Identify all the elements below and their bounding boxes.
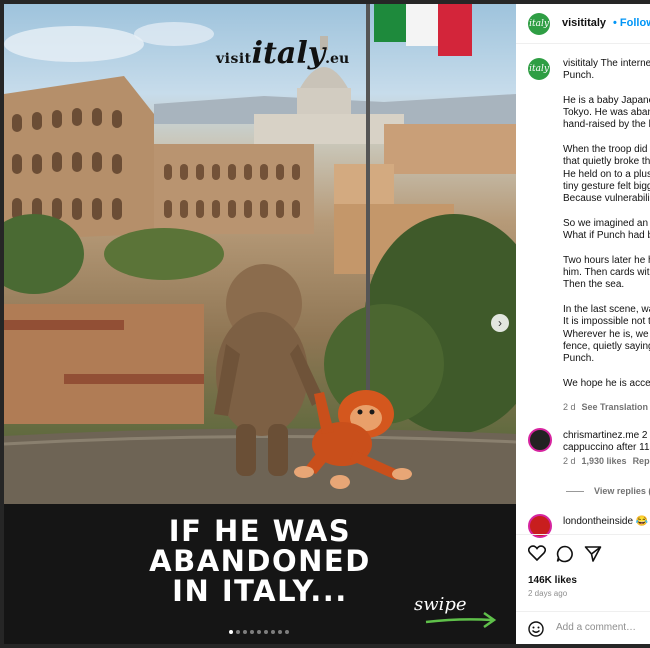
separator: • (613, 17, 617, 29)
post-image[interactable]: visititaly.eu IF HE WAS ABANDONED IN ITA… (4, 4, 516, 644)
carousel-dot (285, 630, 289, 634)
post-actions: 146K likes 2 days ago Add a comment… (516, 534, 650, 644)
follow-button[interactable]: • Follow (613, 17, 650, 29)
swipe-arrow-icon (425, 611, 497, 629)
post-date: 2 days ago (528, 589, 568, 598)
visititaly-logo: visititaly.eu (216, 36, 350, 71)
carousel-dot (278, 630, 282, 634)
reply-link[interactable]: Rep (633, 456, 650, 466)
caption-text: visititaly The interne Punch. He is a ba… (563, 58, 650, 389)
comment-meta: 2 d 1,930 likes Rep (563, 456, 650, 466)
post-header: italy visititaly • Follow (516, 4, 650, 44)
carousel-dot (229, 630, 233, 634)
heart-icon[interactable] (528, 545, 546, 561)
carousel-dot (236, 630, 240, 634)
headline-text: IF HE WAS ABANDONED IN ITALY... (4, 516, 516, 606)
emoji-icon[interactable] (528, 621, 544, 637)
carousel-dot (264, 630, 268, 634)
likes-count[interactable]: 146K likes (528, 575, 577, 586)
headline-line-2: ABANDONED (149, 544, 371, 578)
carousel-dot (243, 630, 247, 634)
headline-line-1: IF HE WAS (168, 514, 352, 548)
post-side-panel: italy visititaly • Follow italy visitita… (516, 4, 650, 644)
caption-avatar[interactable]: italy (528, 58, 550, 80)
carousel-indicator (229, 630, 289, 634)
add-comment-bar: Add a comment… (516, 611, 650, 644)
instagram-post-page: visititaly.eu IF HE WAS ABANDONED IN ITA… (0, 0, 650, 648)
carousel-dot (257, 630, 261, 634)
comment-avatar[interactable] (528, 428, 552, 452)
comment-text: londontheinside 😂 (563, 516, 649, 527)
comment-username[interactable]: chrismartinez.me (563, 430, 639, 441)
comment-input[interactable]: Add a comment… (556, 622, 636, 633)
see-translation-link[interactable]: See Translation (582, 402, 649, 412)
comment-likes[interactable]: 1,930 likes (582, 456, 627, 466)
chevron-right-icon[interactable]: › (491, 314, 509, 332)
comment-username[interactable]: londontheinside (563, 516, 633, 527)
carousel-dot (250, 630, 254, 634)
follow-label: Follow (619, 17, 650, 29)
carousel-dot (271, 630, 275, 634)
username-link[interactable]: visititaly (562, 17, 606, 29)
comment-icon[interactable] (556, 545, 574, 563)
caption-time: 2 d (563, 402, 576, 412)
share-icon[interactable] (584, 545, 602, 563)
view-replies-link[interactable]: View replies (6 (566, 486, 650, 496)
avatar[interactable]: italy (528, 13, 550, 35)
caption-meta: 2 d See Translation (563, 402, 648, 412)
comment-text: chrismartinez.me 2 wcappuccino after 11a (563, 430, 650, 454)
